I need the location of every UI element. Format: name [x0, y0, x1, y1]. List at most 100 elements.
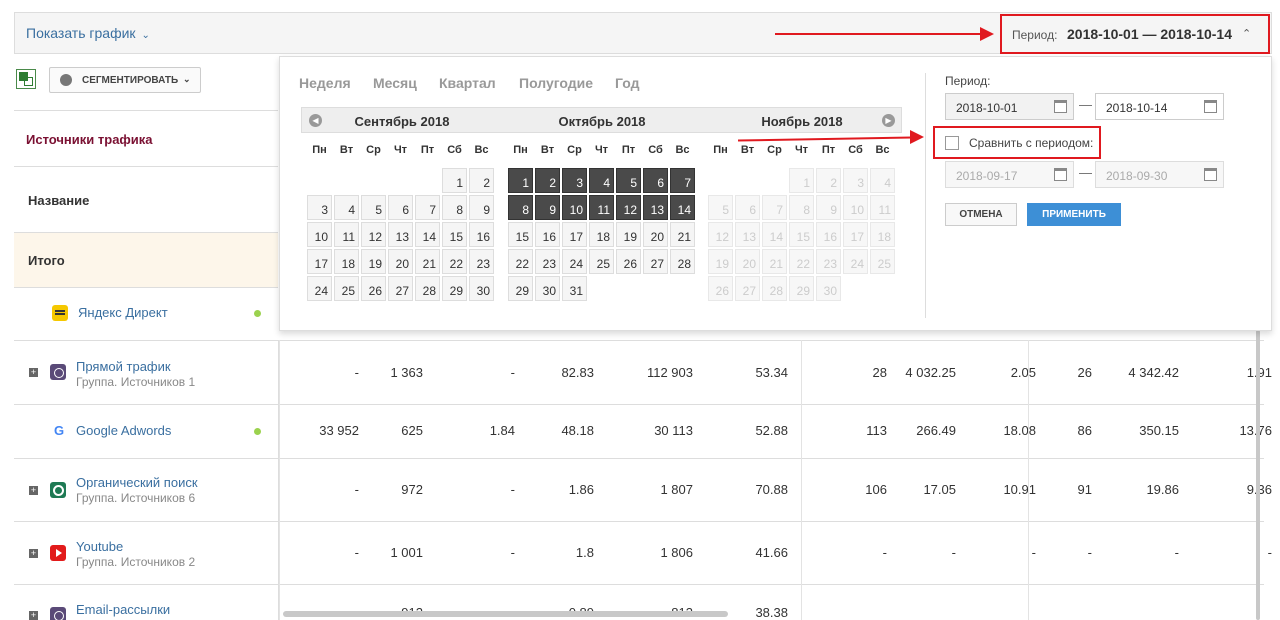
calendar-day[interactable]: 25 [334, 276, 359, 301]
calendar-day[interactable]: 20 [388, 249, 413, 274]
source-name-link[interactable]: Яндекс Директ [78, 305, 168, 320]
calendar-day[interactable]: 17 [562, 222, 587, 247]
calendar-day[interactable]: 27 [388, 276, 413, 301]
calendar-day[interactable]: 1 [442, 168, 467, 193]
period-selector[interactable]: Период: 2018-10-01 — 2018-10-14 ⌃ [1000, 14, 1270, 54]
calendar-day[interactable]: 11 [589, 195, 614, 220]
calendar-day[interactable]: 5 [361, 195, 386, 220]
excel-export-icon[interactable] [16, 69, 36, 89]
expand-icon[interactable]: + [29, 486, 38, 495]
tab-year[interactable]: Год [615, 75, 640, 91]
calendar-day[interactable]: 16 [535, 222, 560, 247]
calendar-day[interactable]: 5 [616, 168, 641, 193]
calendar-day[interactable]: 12 [616, 195, 641, 220]
calendar-day[interactable]: 15 [442, 222, 467, 247]
compare-from-input[interactable]: 2018-09-17 [945, 161, 1074, 188]
source-name-link[interactable]: Email-рассылки [76, 602, 170, 617]
calendar-day[interactable]: 10 [307, 222, 332, 247]
tab-half-year[interactable]: Полугодие [519, 75, 593, 91]
calendar-day[interactable]: 19 [361, 249, 386, 274]
calendar-day[interactable]: 21 [670, 222, 695, 247]
calendar-day[interactable]: 2 [469, 168, 494, 193]
source-name-link[interactable]: Прямой трафик [76, 359, 171, 374]
expand-icon[interactable]: + [29, 611, 38, 620]
calendar-day[interactable]: 27 [643, 249, 668, 274]
calendar-day: 14 [762, 222, 787, 247]
calendar-day[interactable]: 2 [535, 168, 560, 193]
calendar-day[interactable]: 4 [589, 168, 614, 193]
date-from-input[interactable]: 2018-10-01 [945, 93, 1074, 120]
tab-week[interactable]: Неделя [299, 75, 351, 91]
calendar-day[interactable]: 9 [535, 195, 560, 220]
calendar-day[interactable]: 25 [589, 249, 614, 274]
cancel-button[interactable]: ОТМЕНА [945, 203, 1017, 226]
segment-button[interactable]: СЕГМЕНТИРОВАТЬ ⌄ [49, 67, 201, 93]
calendar-day[interactable]: 3 [307, 195, 332, 220]
next-month-icon[interactable]: ▶ [882, 114, 895, 127]
calendar-day[interactable]: 26 [616, 249, 641, 274]
calendar-day[interactable]: 23 [469, 249, 494, 274]
calendar-day[interactable]: 11 [334, 222, 359, 247]
calendar-day[interactable]: 6 [643, 168, 668, 193]
expand-icon[interactable]: + [29, 368, 38, 377]
calendar-day[interactable]: 8 [442, 195, 467, 220]
calendar-day[interactable]: 12 [361, 222, 386, 247]
show-chart-toggle[interactable]: Показать график ⌄ [26, 25, 150, 41]
calendar-day: 5 [708, 195, 733, 220]
date-to-input[interactable]: 2018-10-14 [1095, 93, 1224, 120]
column-divider [1028, 340, 1029, 620]
calendar-day[interactable]: 23 [535, 249, 560, 274]
table-cell: 91 [1077, 482, 1092, 497]
expand-icon[interactable]: + [29, 549, 38, 558]
calendar-day[interactable]: 20 [643, 222, 668, 247]
calendar-day[interactable]: 19 [616, 222, 641, 247]
calendar-day[interactable]: 1 [508, 168, 533, 193]
calendar-day[interactable]: 30 [535, 276, 560, 301]
calendar-day[interactable]: 17 [307, 249, 332, 274]
tab-quarter[interactable]: Квартал [439, 75, 496, 91]
calendar-day[interactable]: 7 [415, 195, 440, 220]
calendar-day[interactable]: 15 [508, 222, 533, 247]
calendar-day[interactable]: 28 [670, 249, 695, 274]
calendar-day[interactable]: 29 [508, 276, 533, 301]
calendar-day[interactable]: 7 [670, 168, 695, 193]
calendar-day[interactable]: 22 [442, 249, 467, 274]
calendar-day[interactable]: 14 [670, 195, 695, 220]
compare-to-input[interactable]: 2018-09-30 [1095, 161, 1224, 188]
weekday-label: Сб [447, 144, 462, 156]
apply-button[interactable]: ПРИМЕНИТЬ [1027, 203, 1121, 226]
calendar-day[interactable]: 22 [508, 249, 533, 274]
calendar-day[interactable]: 9 [469, 195, 494, 220]
calendar-day[interactable]: 4 [334, 195, 359, 220]
calendar-day[interactable]: 24 [562, 249, 587, 274]
name-column-header[interactable]: Название [14, 166, 278, 232]
vertical-scrollbar[interactable] [1256, 330, 1260, 620]
calendar-day[interactable]: 13 [643, 195, 668, 220]
calendar-day[interactable]: 6 [388, 195, 413, 220]
source-name-link[interactable]: Youtube [76, 539, 123, 554]
calendar-day[interactable]: 16 [469, 222, 494, 247]
calendar-day[interactable]: 14 [415, 222, 440, 247]
calendar-day[interactable]: 18 [334, 249, 359, 274]
calendar-day[interactable]: 8 [508, 195, 533, 220]
calendar-day[interactable]: 31 [562, 276, 587, 301]
calendar-day: 18 [870, 222, 895, 247]
calendar-day[interactable]: 30 [469, 276, 494, 301]
calendar-day[interactable]: 26 [361, 276, 386, 301]
calendar-day[interactable]: 21 [415, 249, 440, 274]
compare-checkbox[interactable] [945, 136, 959, 150]
horizontal-scrollbar[interactable] [283, 611, 728, 617]
compare-from-value: 2018-09-17 [956, 169, 1018, 183]
calendar-day[interactable]: 10 [562, 195, 587, 220]
table-cell: 1 807 [660, 482, 693, 497]
calendar-day[interactable]: 18 [589, 222, 614, 247]
segment-label: СЕГМЕНТИРОВАТЬ [82, 75, 179, 86]
calendar-day[interactable]: 24 [307, 276, 332, 301]
calendar-day[interactable]: 3 [562, 168, 587, 193]
tab-month[interactable]: Месяц [373, 75, 417, 91]
calendar-day[interactable]: 13 [388, 222, 413, 247]
source-name-link[interactable]: Google Adwords [76, 423, 171, 438]
source-name-link[interactable]: Органический поиск [76, 475, 198, 490]
calendar-day[interactable]: 28 [415, 276, 440, 301]
calendar-day[interactable]: 29 [442, 276, 467, 301]
